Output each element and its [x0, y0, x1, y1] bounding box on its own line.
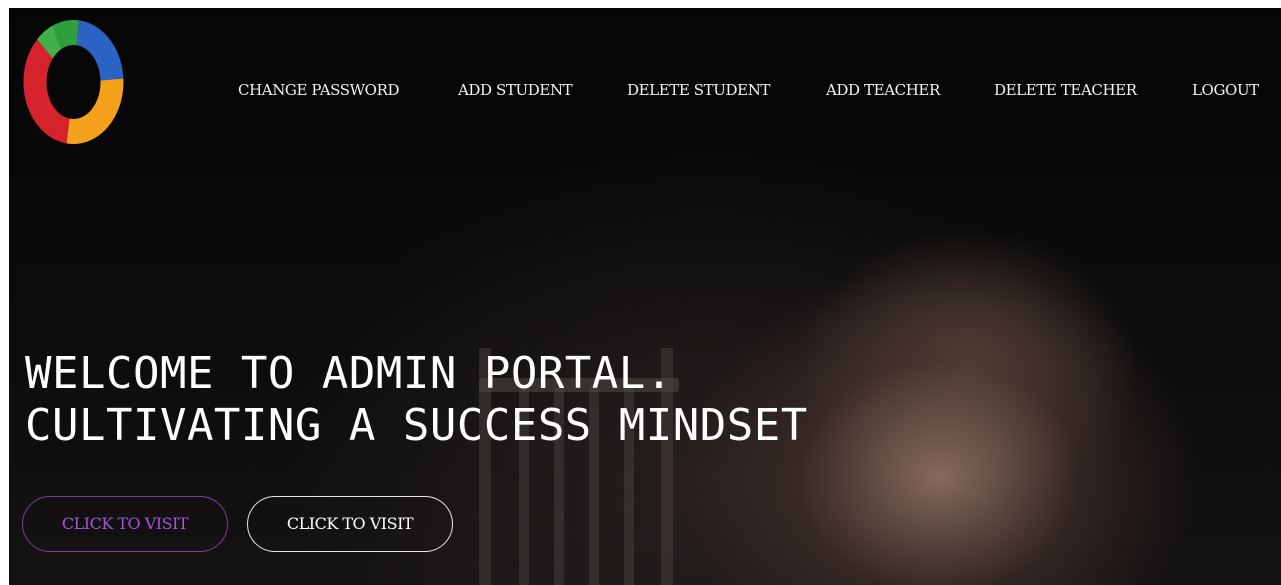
top-nav: CHANGE PASSWORD ADD STUDENT DELETE STUDE… [9, 75, 1281, 105]
hero-headline-line-2: CULTIVATING A SUCCESS MINDSET [25, 400, 808, 451]
nav-delete-teacher[interactable]: DELETE TEACHER [994, 75, 1137, 105]
nav-add-student[interactable]: ADD STUDENT [458, 75, 573, 105]
hero-headline: WELCOME TO ADMIN PORTAL. CULTIVATING A S… [25, 348, 808, 452]
click-to-visit-primary-button[interactable]: CLICK TO VISIT [22, 496, 228, 552]
hero-headline-line-1: WELCOME TO ADMIN PORTAL. [25, 348, 673, 399]
hero-section: CHANGE PASSWORD ADD STUDENT DELETE STUDE… [9, 8, 1281, 585]
click-to-visit-secondary-button[interactable]: CLICK TO VISIT [247, 496, 453, 552]
nav-add-teacher[interactable]: ADD TEACHER [826, 75, 940, 105]
nav-delete-student[interactable]: DELETE STUDENT [627, 75, 770, 105]
nav-logout[interactable]: LOGOUT [1192, 75, 1259, 105]
nav-change-password[interactable]: CHANGE PASSWORD [238, 75, 399, 105]
